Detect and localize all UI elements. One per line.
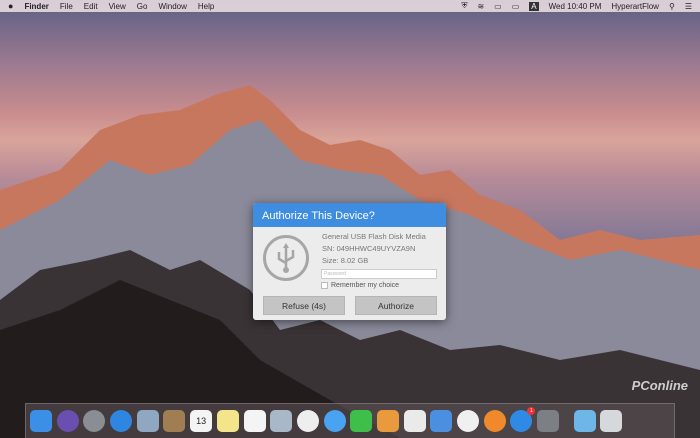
dock-app-photos-icon[interactable] [296,410,319,432]
dock-app-facetime-icon[interactable] [350,410,373,432]
dock-app-calendar-icon[interactable]: 13 [190,410,213,432]
menu-help[interactable]: Help [198,2,214,11]
dock-app-finder-icon[interactable] [30,410,52,432]
dock-app-notes-icon[interactable] [216,410,239,432]
dock-app-image-capture-icon[interactable] [270,410,293,432]
menu-view[interactable]: View [109,2,126,11]
authorize-device-dialog: Authorize This Device? General USB Flash… [253,203,446,320]
watermark: PConline [631,378,688,393]
dock-app-reminders-icon[interactable] [243,410,266,432]
user-name[interactable]: HyperartFlow [611,2,659,11]
shield-icon[interactable]: ⛨ [461,1,467,11]
dialog-title: Authorize This Device? [253,203,446,227]
dock-app-downloads-icon[interactable] [573,410,596,432]
remember-checkbox[interactable] [321,282,328,289]
menu-go[interactable]: Go [137,2,148,11]
menu-file[interactable]: File [60,2,73,11]
notification-center-icon[interactable]: ☰ [685,2,692,11]
dock-app-system-preferences-icon[interactable] [537,410,560,432]
dock-app-itunes-icon[interactable] [457,410,479,432]
dock-app-numbers-icon[interactable] [403,410,426,432]
usb-icon [263,235,309,281]
authorize-button[interactable]: Authorize [355,296,437,315]
dock-app-launchpad-icon[interactable] [83,410,106,432]
menu-finder[interactable]: Finder [24,2,48,11]
apple-menu-icon[interactable]: ● [8,1,13,11]
remember-choice[interactable]: Remember my choice [321,282,399,289]
clock[interactable]: Wed 10:40 PM [549,2,602,11]
dock-app-preview-icon[interactable] [136,410,159,432]
menu-window[interactable]: Window [158,2,186,11]
password-input[interactable]: Password [321,269,437,279]
dock-app-keynote-icon[interactable] [430,410,453,432]
refuse-button[interactable]: Refuse (4s) [263,296,345,315]
wifi-icon[interactable]: ≋ [477,2,484,11]
remember-label: Remember my choice [331,282,400,289]
badge: 1 [527,407,536,415]
dock-app-app-store-icon[interactable]: 1 [510,407,536,432]
dock-app-contacts-icon[interactable] [163,410,186,432]
menu-edit[interactable]: Edit [84,2,98,11]
dock-app-safari-icon[interactable] [110,410,133,432]
menu-bar: ● Finder File Edit View Go Window Help ⛨… [0,0,700,12]
device-name: General USB Flash Disk Media [322,232,426,241]
battery-icon[interactable]: ▭ [512,2,520,11]
dock-app-siri-icon[interactable] [56,410,79,432]
airplay-icon[interactable]: ▭ [494,2,502,11]
dock-app-trash-icon[interactable] [600,410,623,432]
device-size: Size: 8.02 GB [322,256,369,265]
dock: 13 1 [25,403,675,438]
device-serial: SN: 049HHWC49UYVZA9N [322,244,416,253]
input-source-icon[interactable]: A [529,1,539,11]
spotlight-icon[interactable]: ⚲ [669,2,675,11]
dock-app-pages-icon[interactable] [376,410,399,432]
dock-app-ibooks-icon[interactable] [483,410,506,432]
dock-app-messages-icon[interactable] [323,410,346,432]
